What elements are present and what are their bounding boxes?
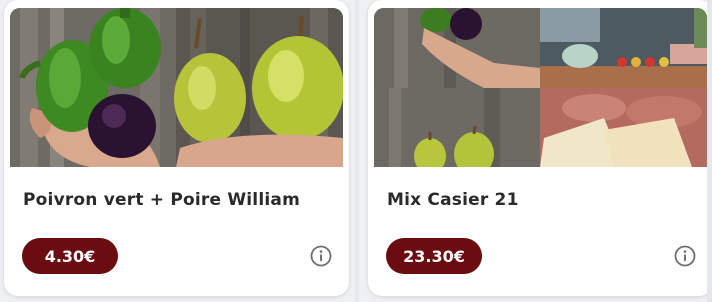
mixed-produce-collage-photo bbox=[374, 8, 707, 167]
price-badge: 23.30€ bbox=[386, 238, 482, 274]
grid-gap bbox=[355, 0, 359, 302]
product-card[interactable]: Mix Casier 21 23.30€ bbox=[368, 0, 712, 296]
info-circle-icon[interactable] bbox=[674, 245, 696, 267]
grid-gap bbox=[707, 0, 712, 302]
product-title[interactable]: Mix Casier 21 bbox=[387, 190, 699, 210]
product-card[interactable]: Poivron vert + Poire William 4.30€ bbox=[4, 0, 349, 296]
product-image[interactable] bbox=[374, 8, 707, 167]
price-badge: 4.30€ bbox=[22, 238, 118, 274]
product-title[interactable]: Poivron vert + Poire William bbox=[23, 190, 335, 210]
info-circle-icon[interactable] bbox=[310, 245, 332, 267]
product-image[interactable] bbox=[10, 8, 343, 167]
peppers-and-pears-photo bbox=[10, 8, 343, 167]
